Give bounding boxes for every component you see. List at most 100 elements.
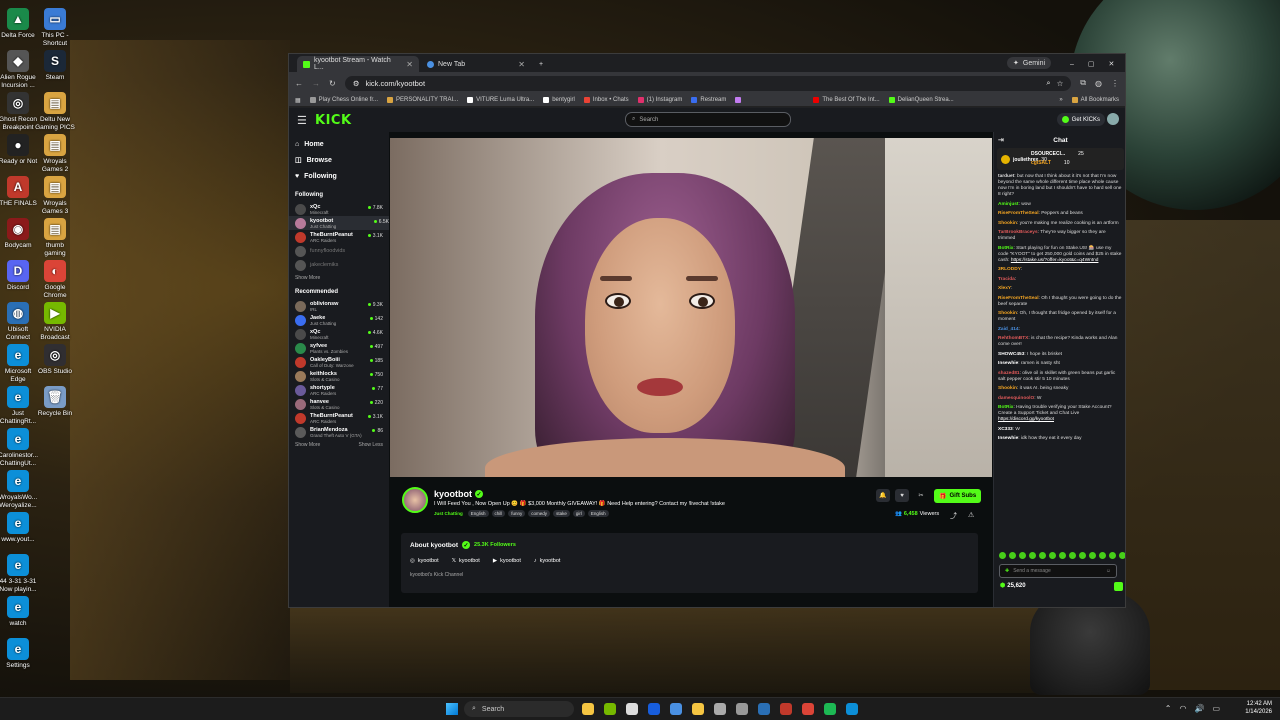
star-icon[interactable]: ☆ [1057, 79, 1064, 88]
show-more-link[interactable]: Show More [295, 275, 320, 281]
emote-icon[interactable] [1099, 552, 1106, 559]
desktop-icon[interactable]: ▤ Deltu New Gaming PICS [35, 92, 75, 132]
close-icon[interactable]: ✕ [518, 60, 525, 69]
channel-item[interactable]: TheBurntPeanut ARC Raiders 3.1K [295, 230, 383, 244]
minimize-icon[interactable]: – [1070, 61, 1074, 68]
bookmark-item[interactable]: Play Chess Online fr... [309, 97, 378, 103]
emote-icon[interactable] [1009, 552, 1016, 559]
chat-username[interactable]: RehthomBTX [998, 336, 1028, 341]
chat-link[interactable]: https://stake.us/?offer=kyoot&c=q4Wntnd [1011, 258, 1099, 263]
channel-item[interactable]: TheBurntPeanut ARC Raiders 3.1K [295, 411, 383, 425]
channel-item[interactable]: kyootbot Just Chatting 6.5K [289, 216, 389, 230]
menu-icon[interactable]: ⋮ [1111, 79, 1119, 88]
bookmark-item[interactable]: PERSONALITY TRAI... [387, 97, 458, 103]
desktop-icon[interactable]: ◉ Bodycam [0, 218, 38, 250]
notification-bell-icon[interactable]: 🔔 [876, 489, 890, 502]
wifi-icon[interactable]: ◠ [1179, 704, 1186, 713]
channel-item[interactable]: OakleyBoiii Call of Duty: Warzone 185 [295, 355, 383, 369]
volume-icon[interactable]: 🔊 [1194, 704, 1204, 713]
chat-username[interactable]: tarduet [998, 174, 1014, 179]
chat-username[interactable]: Tracida [998, 277, 1015, 282]
chat-username[interactable]: RiseFromTheSeal [998, 296, 1039, 301]
zoom-icon[interactable]: ⌕ [1046, 78, 1050, 88]
channel-item[interactable]: hanvee Slots & Casino 220 [295, 397, 383, 411]
stream-tag[interactable]: English [467, 510, 489, 517]
gift-subs-button[interactable]: 🎁 Gift Subs [934, 489, 982, 503]
desktop-icon[interactable]: ◍ Ubisoft Connect [0, 302, 38, 342]
chat-username[interactable]: XlexY [998, 286, 1011, 291]
desktop-icon[interactable]: A THE FINALS [0, 176, 38, 208]
stream-tag[interactable]: comedy [528, 510, 551, 517]
stream-tag[interactable]: stake [553, 510, 570, 517]
chat-username[interactable]: BotRix [998, 405, 1013, 410]
new-tab-button[interactable]: + [533, 56, 549, 72]
show-more-link[interactable]: Show More [295, 442, 320, 448]
desktop-icon[interactable]: 🗑 Recycle Bin [35, 386, 75, 418]
bookmark-item[interactable]: Inbox • Chats [583, 97, 629, 103]
desktop-icon[interactable]: ▶ NVIDIA Broadcast [35, 302, 75, 342]
recorder-icon[interactable] [780, 703, 792, 715]
bookmark-item[interactable]: (1) Instagram [637, 97, 682, 103]
channel-item[interactable]: xQc Minecraft 4.6K [295, 327, 383, 341]
stream-tag[interactable]: chill [491, 510, 506, 517]
emote-icon[interactable] [1119, 552, 1125, 559]
desktop-icon[interactable]: ▤ Wroyals Games 2 [35, 134, 75, 174]
collapse-chat-icon[interactable]: ⇥ [998, 136, 1004, 144]
forward-icon[interactable]: → [312, 79, 320, 88]
chat-username[interactable]: TarBrookBraceys [998, 230, 1038, 235]
channel-item[interactable]: jakeclemiks [295, 258, 383, 272]
folder-icon[interactable] [692, 703, 704, 715]
file-explorer-icon[interactable] [582, 703, 594, 715]
channel-item[interactable]: BrianMendoza Grand Theft Auto V (GTA) 86 [295, 425, 383, 439]
hamburger-icon[interactable]: ☰ [297, 114, 311, 127]
spotify-icon[interactable] [824, 703, 836, 715]
emote-icon[interactable] [999, 552, 1006, 559]
kick-logo[interactable]: KICK [315, 113, 352, 128]
channel-item[interactable]: xQc Minecraft 7.8K [295, 202, 383, 216]
tab-kick-stream[interactable]: kyootbot Stream - Watch L... ✕ [297, 56, 419, 72]
desktop-icon[interactable]: ● Ready or Not [0, 134, 38, 166]
stream-category[interactable]: Just Chatting [434, 511, 463, 516]
user-avatar[interactable] [1107, 113, 1119, 125]
chevron-right-icon[interactable]: » [1059, 97, 1062, 103]
chat-username[interactable]: RiseFromTheSeal [998, 211, 1039, 216]
reload-icon[interactable]: ↻ [329, 79, 336, 88]
taskbar-search[interactable]: ⌕ Search [464, 701, 574, 717]
edge-icon[interactable] [846, 703, 858, 715]
social-link[interactable]: ◎ kyootbot [410, 558, 439, 564]
social-link[interactable]: 𝕏kyootbot [452, 558, 480, 564]
desktop-icon[interactable]: e WroyalsWo... Weroyalize... [0, 470, 38, 510]
desktop-icon[interactable]: e watch [0, 596, 38, 628]
desktop-icon[interactable]: e Settings [0, 638, 38, 670]
desktop-icon[interactable]: e 44 3-31 3-31 Now playin... [0, 554, 38, 594]
settings-icon[interactable] [736, 703, 748, 715]
bookmark-item[interactable] [735, 97, 744, 103]
back-icon[interactable]: ← [295, 79, 303, 88]
chat-username[interactable]: Shookin [998, 386, 1017, 391]
desktop-icon[interactable]: e Carolinestor... ChattingUt... [0, 428, 38, 468]
chat-username[interactable]: Shookin [998, 221, 1017, 226]
bookmark-item[interactable]: VITURE Luma Ultra... [467, 97, 534, 103]
bitwarden-icon[interactable] [648, 703, 660, 715]
nav-item-home[interactable]: ⌂ Home [295, 136, 383, 152]
streamer-name[interactable]: kyootbot ✓ [434, 489, 483, 499]
extensions-icon[interactable]: ⧉ [1080, 78, 1086, 88]
stream-tag[interactable]: girl [572, 510, 585, 517]
chat-username[interactable]: shazed81 [998, 371, 1020, 376]
social-link[interactable]: ▶ kyootbot [493, 558, 521, 564]
nav-item-following[interactable]: ♥ Following [295, 168, 383, 184]
emote-icon[interactable] [1109, 552, 1116, 559]
emote-icon[interactable] [1039, 552, 1046, 559]
chat-username[interactable]: Zaid_414 [998, 327, 1019, 332]
chat-username[interactable]: Insewhie [998, 436, 1018, 441]
chat-username[interactable]: damesquinoolO [998, 396, 1034, 401]
video-player[interactable] [390, 138, 992, 477]
chat-username[interactable]: SHOWC453 [998, 352, 1024, 357]
chat-username[interactable]: XC333 [998, 427, 1013, 432]
follow-heart-icon[interactable]: ♥ [895, 489, 909, 502]
app-icon[interactable] [626, 703, 638, 715]
desktop-icon[interactable]: e Just ChattingRt... [0, 386, 38, 426]
store-icon[interactable] [714, 703, 726, 715]
close-icon[interactable]: ✕ [406, 60, 413, 69]
chat-username[interactable]: 3RLODDY [998, 267, 1021, 272]
